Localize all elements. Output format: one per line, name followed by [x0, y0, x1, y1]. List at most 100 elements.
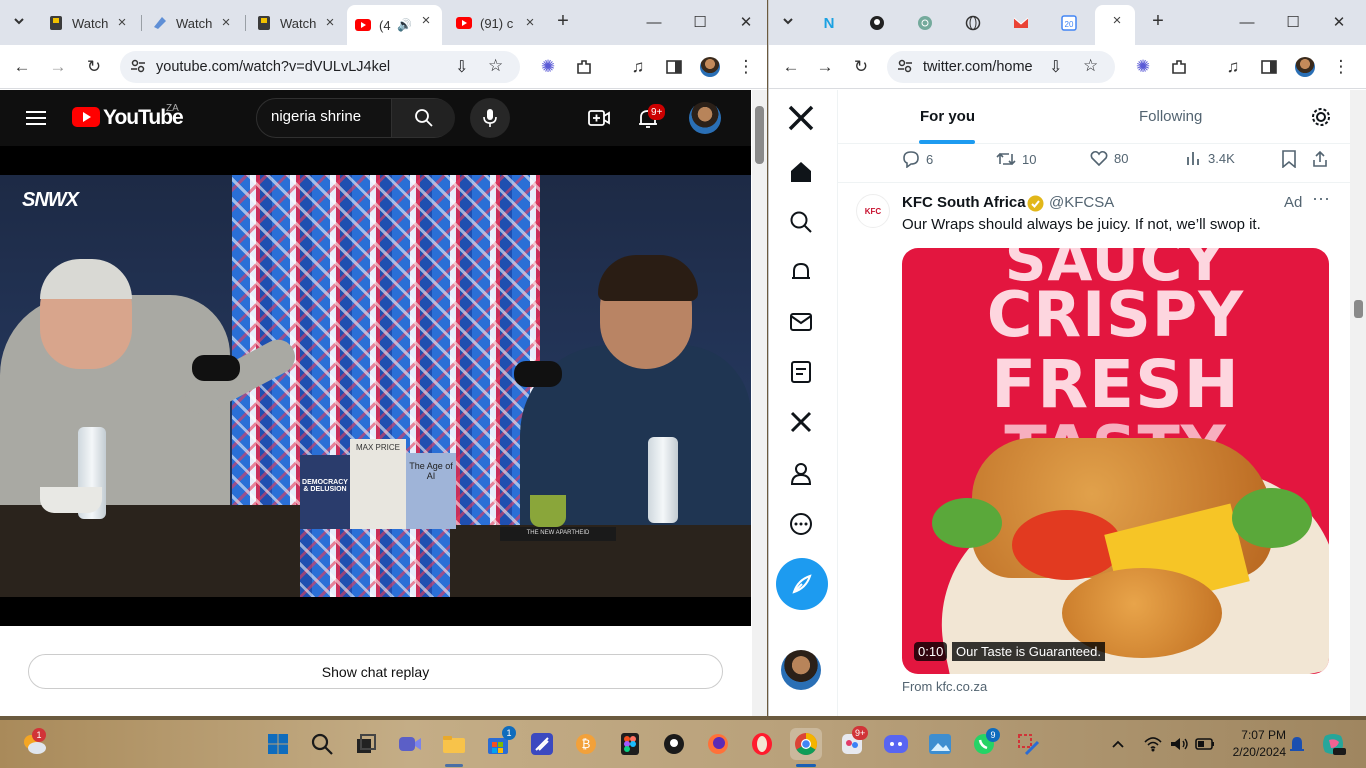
site-info-icon[interactable] [130, 58, 146, 78]
bitcoin-app-icon[interactable]: ₿ [570, 728, 602, 760]
account-avatar[interactable] [689, 102, 721, 134]
bookmark-icon[interactable] [1282, 150, 1296, 168]
minimize-button[interactable]: — [1227, 10, 1267, 34]
maximize-button[interactable]: ☐ [680, 10, 720, 34]
task-view-icon[interactable] [350, 728, 382, 760]
like-action[interactable]: 80 [1090, 150, 1128, 166]
ad-video-card[interactable]: SAUCY CRISPY FRESH TASTY 0:10 Our Taste … [902, 248, 1329, 674]
close-icon[interactable]: × [522, 15, 538, 31]
snipping-tool-icon[interactable] [1012, 728, 1044, 760]
opera-icon[interactable] [746, 728, 778, 760]
reload-icon[interactable]: ↻ [847, 53, 875, 81]
hamburger-menu-icon[interactable] [24, 106, 48, 135]
back-icon[interactable]: ← [777, 53, 805, 81]
menu-kebab-icon[interactable]: ⋮ [1327, 53, 1355, 81]
page-scrollbar[interactable] [1350, 90, 1366, 716]
search-icon[interactable] [306, 728, 338, 760]
forward-icon[interactable]: → [44, 53, 72, 81]
reply-action[interactable]: 6 [902, 150, 933, 168]
back-icon[interactable]: ← [8, 53, 36, 81]
wifi-icon[interactable] [1140, 728, 1166, 760]
search-button[interactable] [391, 99, 455, 137]
video-player[interactable]: DEMOCRACY & DELUSION MAX PRICE The Age o… [0, 146, 751, 626]
tweet-author-name[interactable]: KFC South Africa [902, 194, 1026, 211]
address-bar[interactable]: youtube.com/watch?v=dVULvLJ4kel ⇩ ☆ [120, 51, 520, 83]
voice-search-button[interactable] [470, 98, 510, 138]
close-icon[interactable]: × [218, 15, 234, 31]
close-icon[interactable]: × [114, 15, 130, 31]
close-icon[interactable]: × [322, 15, 338, 31]
new-tab-button[interactable]: + [550, 8, 576, 34]
volume-icon[interactable] [1166, 728, 1192, 760]
firefox-icon[interactable] [702, 728, 734, 760]
meet-video-icon[interactable] [394, 728, 426, 760]
profile-avatar[interactable] [1291, 53, 1319, 81]
start-windows-icon[interactable] [262, 728, 294, 760]
youtube-logo-icon[interactable] [72, 107, 100, 127]
create-video-icon[interactable] [587, 106, 611, 135]
tab-search-button[interactable] [6, 8, 32, 34]
close-window-button[interactable]: ✕ [726, 10, 766, 34]
more-circle-icon[interactable] [781, 504, 821, 544]
menu-kebab-icon[interactable]: ⋮ [732, 53, 760, 81]
share-icon[interactable] [1312, 150, 1328, 168]
figma-icon[interactable] [614, 728, 646, 760]
tab-notion[interactable]: N [813, 7, 843, 39]
side-panel-icon[interactable] [1255, 53, 1283, 81]
tweet-author-handle[interactable]: @KFCSA [1049, 194, 1114, 211]
close-icon[interactable]: × [418, 13, 434, 29]
tab-youtube-2[interactable]: (91) c × [448, 7, 546, 39]
profile-avatar[interactable] [696, 53, 724, 81]
tab-twitter-active[interactable]: × [1095, 5, 1135, 45]
minimize-button[interactable]: — [634, 10, 674, 34]
tab-watch-2[interactable]: Watch × [144, 7, 242, 39]
close-window-button[interactable]: ✕ [1319, 10, 1359, 34]
battery-icon[interactable] [1192, 728, 1218, 760]
search-icon[interactable] [781, 202, 821, 242]
discord-icon[interactable] [880, 728, 912, 760]
tab-chatgpt[interactable] [909, 7, 939, 39]
retweet-action[interactable]: 10 [996, 150, 1036, 168]
tab-github[interactable] [861, 7, 891, 39]
media-control-icon[interactable]: ♫ [624, 53, 652, 81]
extension-sparkle-icon[interactable]: ✺ [1129, 53, 1157, 81]
bookmark-star-icon[interactable]: ☆ [1083, 56, 1098, 76]
photos-app-icon[interactable] [924, 728, 956, 760]
search-input[interactable] [271, 108, 383, 125]
tab-gmail[interactable] [1005, 7, 1035, 39]
close-icon[interactable]: × [1109, 13, 1125, 29]
tab-watch-3[interactable]: Watch × [248, 7, 346, 39]
linear-app-icon[interactable] [526, 728, 558, 760]
home-icon[interactable] [781, 152, 821, 192]
file-explorer-icon[interactable] [438, 728, 470, 760]
kfc-avatar[interactable]: KFC [856, 194, 890, 228]
media-control-icon[interactable]: ♫ [1219, 53, 1247, 81]
page-scrollbar[interactable] [752, 90, 767, 716]
settings-gear-icon[interactable] [1310, 106, 1332, 133]
profile-icon[interactable] [781, 454, 821, 494]
site-info-icon[interactable] [897, 58, 913, 78]
bookmark-star-icon[interactable]: ☆ [488, 56, 503, 76]
side-panel-icon[interactable] [660, 53, 688, 81]
speaker-icon[interactable]: 🔊 [397, 18, 412, 32]
github-desktop-icon[interactable] [658, 728, 690, 760]
messages-envelope-icon[interactable] [781, 302, 821, 342]
tab-search-button[interactable] [775, 8, 801, 34]
tab-calendar[interactable]: 20 [1053, 7, 1083, 39]
reload-icon[interactable]: ↻ [80, 53, 108, 81]
compose-post-button[interactable] [776, 558, 828, 610]
install-icon[interactable]: ⇩ [455, 57, 468, 77]
install-icon[interactable]: ⇩ [1049, 57, 1062, 77]
ad-source-link[interactable]: From kfc.co.za [902, 679, 987, 694]
extensions-puzzle-icon[interactable] [570, 53, 598, 81]
notifications-bell-icon[interactable] [781, 252, 821, 292]
views-action[interactable]: 3.4K [1186, 150, 1235, 166]
tab-following[interactable]: Following [1139, 108, 1202, 125]
more-options-icon[interactable]: ··· [1312, 188, 1330, 209]
copilot-icon[interactable] [1318, 728, 1350, 760]
tab-for-you[interactable]: For you [920, 108, 975, 125]
tab-youtube-active[interactable]: (4 🔊 × [347, 5, 442, 45]
lists-icon[interactable] [781, 352, 821, 392]
tab-globe[interactable] [957, 7, 987, 39]
system-clock[interactable]: 7:07 PM 2/20/2024 [1222, 728, 1286, 759]
